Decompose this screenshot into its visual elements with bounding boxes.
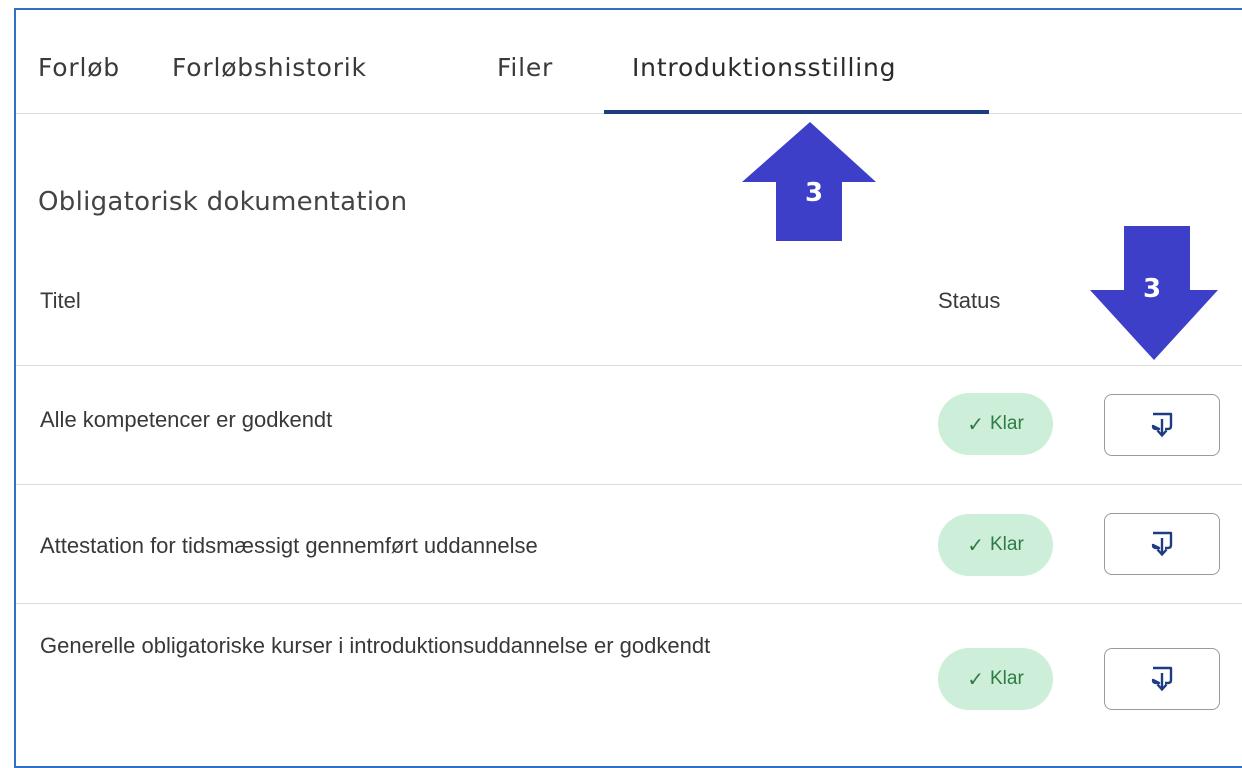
column-header-title: Titel <box>40 288 81 313</box>
status-badge: ✓ Klar <box>938 514 1053 576</box>
row-title: Attestation for tidsmæssigt gennemført u… <box>40 533 538 558</box>
check-icon: ✓ <box>967 668 984 691</box>
active-tab-indicator <box>604 110 989 114</box>
check-icon: ✓ <box>967 413 984 436</box>
row-divider <box>16 484 1242 485</box>
status-badge: ✓ Klar <box>938 393 1053 455</box>
tab-filer[interactable]: Filer <box>497 53 553 82</box>
column-header-status: Status <box>938 288 1001 313</box>
row-divider <box>16 365 1242 366</box>
tab-forloebshistorik[interactable]: Forløbshistorik <box>172 53 367 82</box>
download-icon <box>1151 412 1173 438</box>
download-icon <box>1151 666 1173 692</box>
row-title: Alle kompetencer er godkendt <box>40 407 333 432</box>
row-divider <box>16 603 1242 604</box>
tab-introduktionsstilling[interactable]: Introduktionsstilling <box>632 53 896 82</box>
download-button[interactable] <box>1104 513 1220 575</box>
download-button[interactable] <box>1104 394 1220 456</box>
status-label: Klar <box>989 413 1024 434</box>
check-icon: ✓ <box>967 534 984 557</box>
status-label: Klar <box>989 668 1024 689</box>
tab-forloeb[interactable]: Forløb <box>38 53 120 82</box>
row-title: Generelle obligatoriske kurser i introdu… <box>40 633 711 658</box>
download-icon <box>1151 531 1173 557</box>
download-button[interactable] <box>1104 648 1220 710</box>
status-badge: ✓ Klar <box>938 648 1053 710</box>
annotation-label: 3 <box>805 178 824 208</box>
annotation-label: 3 <box>1143 274 1162 304</box>
status-label: Klar <box>989 534 1024 555</box>
section-title: Obligatorisk dokumentation <box>38 187 408 217</box>
